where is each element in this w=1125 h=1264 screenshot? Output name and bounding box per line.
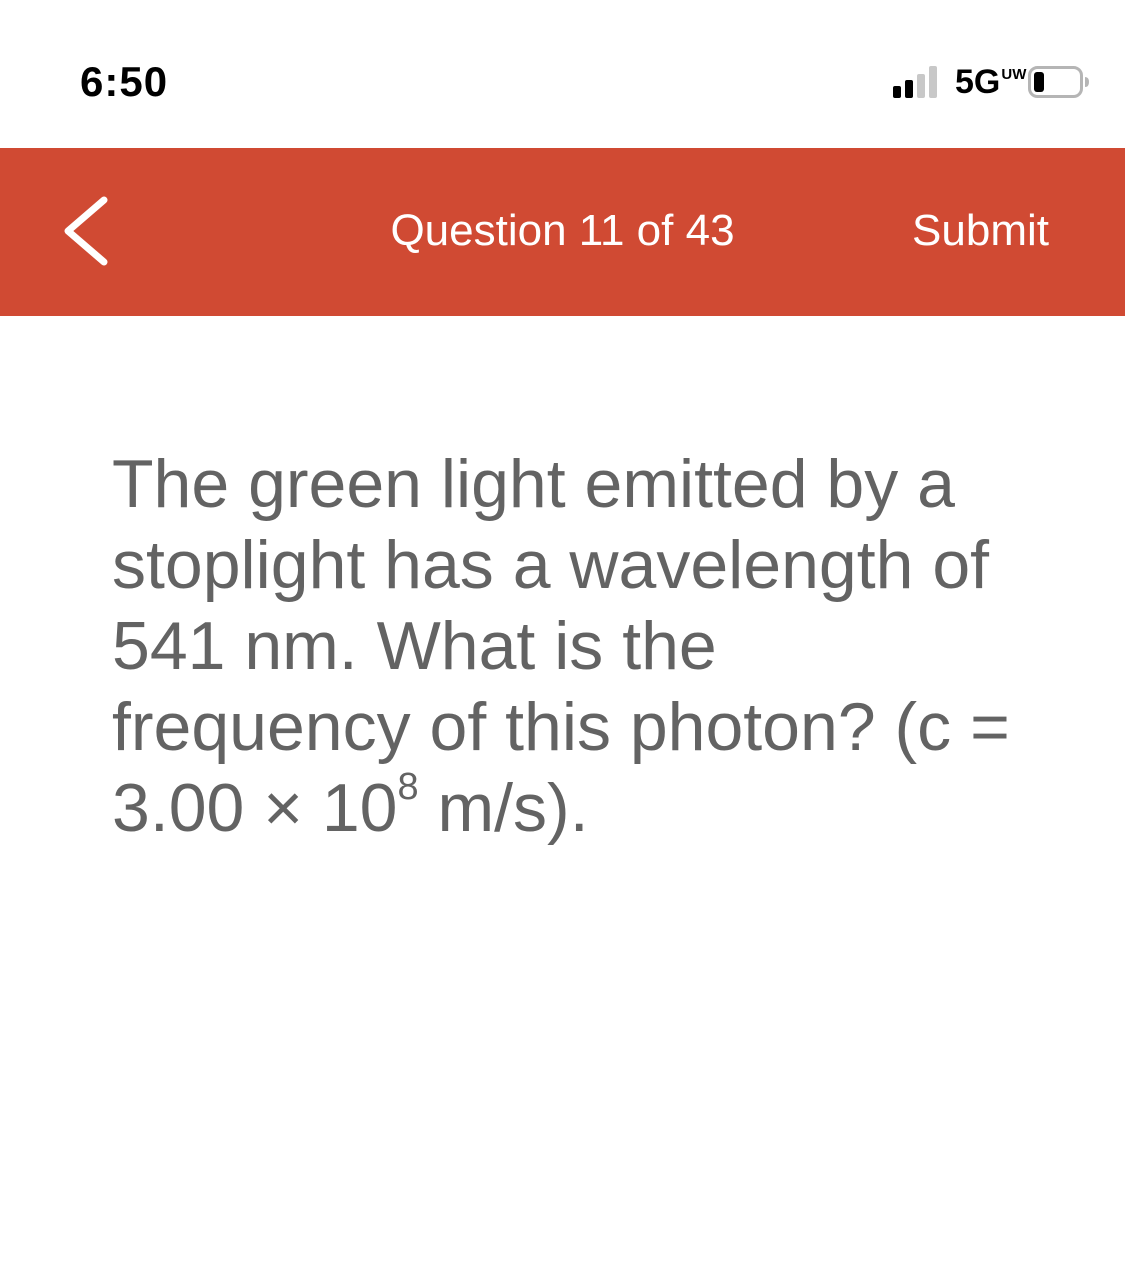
question-text-end: m/s). bbox=[418, 770, 589, 846]
question-text: The green light emitted by a stoplight h… bbox=[112, 444, 1032, 849]
network-sub-label: UW bbox=[1001, 66, 1027, 83]
status-bar: 6:50 5GUW bbox=[0, 0, 1125, 148]
signal-bars-icon bbox=[893, 66, 937, 98]
battery-icon bbox=[1028, 66, 1089, 98]
question-exponent: 8 bbox=[397, 766, 419, 809]
question-counter-label: Question 11 of 43 bbox=[390, 206, 735, 255]
status-time: 6:50 bbox=[80, 58, 169, 105]
app-screen: 6:50 5GUW Question 11 of 43 Submit The g… bbox=[0, 0, 1125, 1264]
question-header: Question 11 of 43 Submit bbox=[0, 148, 1125, 316]
network-indicator: 5GUW bbox=[955, 63, 1027, 102]
submit-button[interactable]: Submit bbox=[912, 206, 1049, 256]
network-label: 5G bbox=[955, 63, 1001, 101]
